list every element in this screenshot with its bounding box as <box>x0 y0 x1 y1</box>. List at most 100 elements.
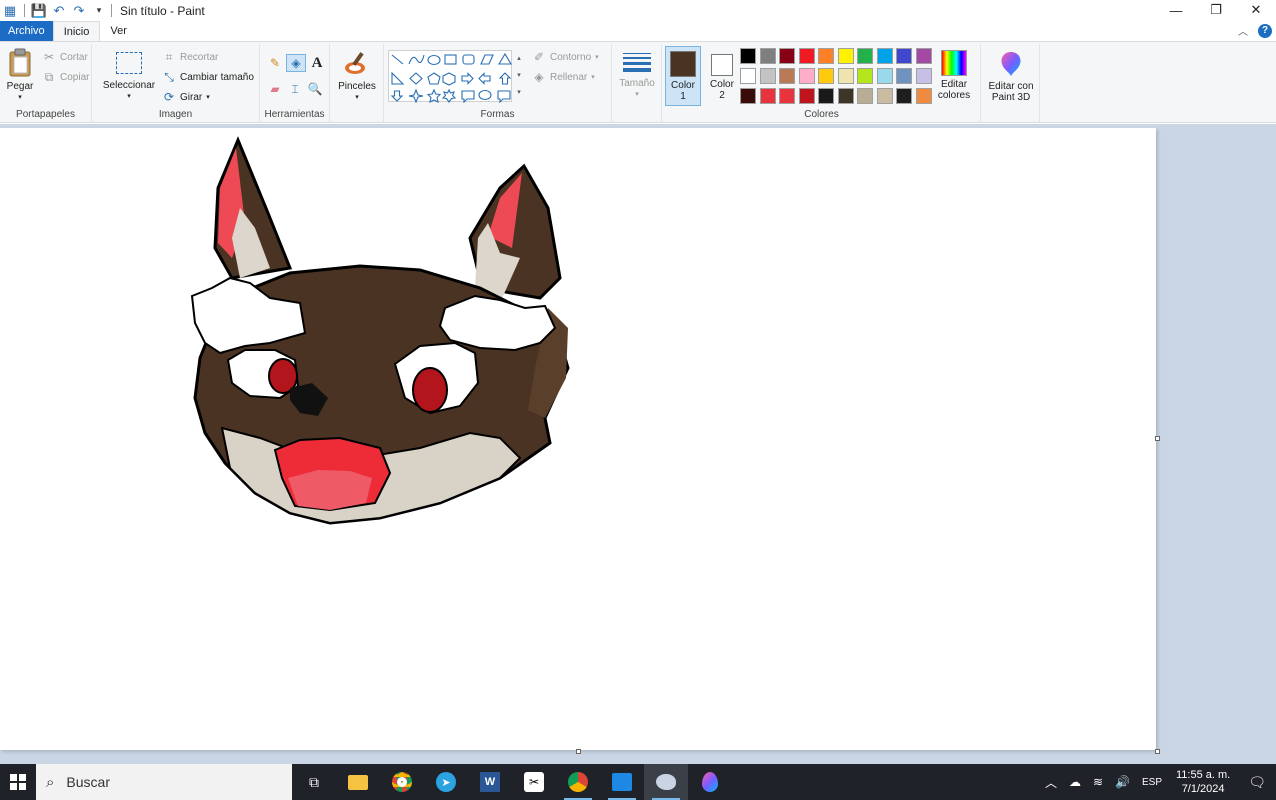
edit-colors-button[interactable]: Editar colores <box>934 50 974 101</box>
paint-taskbar[interactable] <box>644 764 688 800</box>
telegram-taskbar[interactable]: ➤ <box>424 764 468 800</box>
capcut-taskbar[interactable]: ✂ <box>512 764 556 800</box>
task-view-button[interactable]: ⧉ <box>292 764 336 800</box>
notifications-icon[interactable]: 🗨 <box>1238 774 1276 791</box>
rotate-dropdown-icon[interactable]: ▾ <box>206 93 210 101</box>
palette-swatch[interactable] <box>857 68 873 84</box>
eraser-icon[interactable]: ▰ <box>268 82 282 96</box>
photos-taskbar[interactable] <box>600 764 644 800</box>
canvas-resize-handle-corner[interactable] <box>1155 749 1160 754</box>
palette-swatch[interactable] <box>876 68 893 84</box>
resize-button[interactable]: ⤡ Cambiar tamaño <box>162 70 254 84</box>
tab-archivo[interactable]: Archivo <box>0 21 53 41</box>
shapes-gallery-icons[interactable] <box>389 51 513 104</box>
collapse-ribbon-icon[interactable]: ︿ <box>1238 23 1248 38</box>
palette-swatch[interactable] <box>837 68 854 84</box>
palette-swatch[interactable] <box>876 88 893 104</box>
outline-dropdown-icon[interactable]: ▾ <box>595 53 599 61</box>
size-button[interactable]: Tamaño ▾ <box>616 50 658 100</box>
palette-swatch[interactable] <box>915 68 932 84</box>
palette-swatch[interactable] <box>876 48 893 64</box>
help-icon[interactable]: ? <box>1258 23 1272 38</box>
paint-app-icon[interactable]: ▦ <box>2 3 18 19</box>
palette-swatch[interactable] <box>779 68 795 84</box>
tab-ver[interactable]: Ver <box>100 21 137 41</box>
volume-icon[interactable]: 🔊 <box>1109 775 1136 789</box>
palette-swatch[interactable] <box>837 48 854 64</box>
brushes-button[interactable]: Pinceles ▾ <box>336 48 378 103</box>
onedrive-icon[interactable]: ☁ <box>1063 775 1087 789</box>
resize-label: Cambiar tamaño <box>180 71 254 83</box>
fill-dropdown-icon[interactable]: ▾ <box>591 73 595 81</box>
palette-swatch[interactable] <box>798 88 815 104</box>
palette-swatch[interactable] <box>740 48 756 64</box>
palette-swatch[interactable] <box>818 48 834 64</box>
fill-button[interactable]: ◈ Rellenar ▾ <box>532 70 595 84</box>
brushes-label: Pinceles <box>338 81 376 92</box>
file-explorer-taskbar[interactable] <box>336 764 380 800</box>
palette-swatch[interactable] <box>779 88 795 104</box>
palette-swatch[interactable] <box>818 68 834 84</box>
color1-button[interactable]: Color 1 <box>665 46 701 106</box>
palette-swatch[interactable] <box>759 88 776 104</box>
shapes-gallery-scroll[interactable]: ▴ ▾ ▾ <box>514 50 524 102</box>
text-tool-icon[interactable]: A <box>310 55 324 71</box>
palette-swatch[interactable] <box>798 48 815 64</box>
capcut-icon: ✂ <box>524 772 544 792</box>
palette-swatch[interactable] <box>818 88 834 104</box>
palette-swatch[interactable] <box>896 88 912 104</box>
color-picker-icon[interactable]: ⌶ <box>288 82 302 96</box>
palette-swatch[interactable] <box>915 48 932 64</box>
palette-swatch[interactable] <box>740 68 756 84</box>
palette-swatch[interactable] <box>759 68 776 84</box>
clock[interactable]: 11:55 a. m. 7/1/2024 <box>1168 768 1238 796</box>
paste-dropdown-icon[interactable]: ▾ <box>4 92 36 103</box>
paint3d-taskbar[interactable] <box>688 764 732 800</box>
palette-swatch[interactable] <box>798 68 815 84</box>
palette-swatch[interactable] <box>740 88 756 104</box>
rotate-button[interactable]: ⟳ Girar ▾ <box>162 90 210 104</box>
undo-icon[interactable]: ↶ <box>51 3 67 19</box>
redo-icon[interactable]: ↷ <box>71 3 87 19</box>
drawing-canvas[interactable] <box>0 128 1156 750</box>
select-dropdown-icon[interactable]: ▾ <box>100 91 158 102</box>
palette-swatch[interactable] <box>915 88 932 104</box>
palette-swatch[interactable] <box>837 88 854 104</box>
pencil-icon[interactable]: ✎ <box>268 56 282 70</box>
brushes-dropdown-icon[interactable]: ▾ <box>336 92 378 103</box>
color2-button[interactable]: Color 2 <box>704 46 740 106</box>
crop-button[interactable]: ⌗ Recortar <box>162 50 219 64</box>
start-button[interactable] <box>0 764 36 800</box>
close-button[interactable]: ✕ <box>1236 0 1276 20</box>
taskbar-search[interactable]: ⌕ Buscar <box>36 764 292 800</box>
size-dropdown-icon[interactable]: ▾ <box>616 89 658 100</box>
show-hidden-icons[interactable]: ︿ <box>1039 774 1063 791</box>
minimize-button[interactable]: — <box>1156 0 1196 20</box>
magnifier-icon[interactable]: 🔍 <box>308 82 323 96</box>
size-label: Tamaño <box>619 78 655 89</box>
palette-swatch[interactable] <box>896 68 912 84</box>
wifi-icon[interactable]: ≋ <box>1087 775 1109 789</box>
language-indicator[interactable]: ESP <box>1136 777 1168 788</box>
paint3d-button[interactable]: Editar con Paint 3D <box>983 50 1039 103</box>
canvas-resize-handle-bottom[interactable] <box>576 749 581 754</box>
palette-swatch[interactable] <box>857 48 873 64</box>
save-icon[interactable]: 💾 <box>31 3 47 19</box>
palette-swatch[interactable] <box>759 48 776 64</box>
cut-button[interactable]: ✂ Cortar <box>42 50 88 64</box>
paste-button[interactable]: Pegar ▾ <box>4 48 36 103</box>
customize-qat-icon[interactable]: ▾ <box>91 3 107 19</box>
fill-bucket-icon[interactable]: ◈ <box>286 54 306 72</box>
restore-button[interactable]: ❐ <box>1196 0 1236 20</box>
palette-swatch[interactable] <box>857 88 873 104</box>
palette-swatch[interactable] <box>779 48 795 64</box>
outline-button[interactable]: ✐ Contorno ▾ <box>532 50 599 64</box>
copy-button[interactable]: ⧉ Copiar <box>42 70 90 84</box>
canvas-resize-handle-right[interactable] <box>1155 436 1160 441</box>
tab-inicio[interactable]: Inicio <box>52 21 101 41</box>
chrome-taskbar[interactable] <box>380 764 424 800</box>
palette-swatch[interactable] <box>896 48 912 64</box>
select-button[interactable]: Seleccionar ▾ <box>100 48 158 102</box>
chrome-running-taskbar[interactable] <box>556 764 600 800</box>
word-taskbar[interactable]: W <box>468 764 512 800</box>
